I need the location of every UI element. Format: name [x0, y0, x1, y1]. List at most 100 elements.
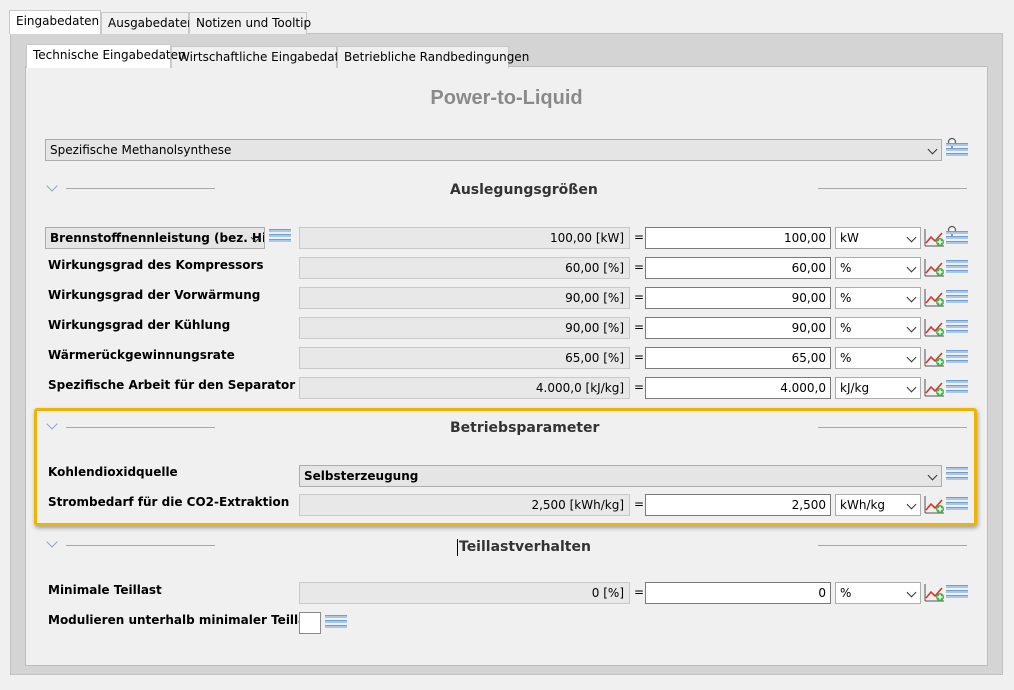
readonly-value: 90,00 [%]: [299, 317, 630, 339]
tab-eingabedaten[interactable]: Eingabedaten: [9, 10, 101, 34]
unit-select[interactable]: %: [835, 317, 921, 339]
readonly-value: 65,00 [%]: [299, 347, 630, 369]
list-icon[interactable]: [946, 231, 968, 247]
tab-ausgabedaten[interactable]: Ausgabedaten: [101, 12, 195, 34]
unit-select-value: %: [840, 586, 852, 600]
row-label: Wärmerückgewinnungsrate: [48, 348, 235, 362]
list-icon[interactable]: [269, 229, 291, 245]
chevron-down-icon: [927, 470, 938, 481]
unit-select-value: %: [840, 321, 852, 335]
chart-add-icon[interactable]: [924, 348, 946, 368]
divider: [66, 188, 215, 189]
row-label: Wirkungsgrad des Kompressors: [48, 258, 264, 272]
tab-notizen[interactable]: Notizen und Tooltip: [189, 12, 311, 34]
chevron-down-icon: [906, 499, 917, 510]
co2-source-value: Selbsterzeugung: [304, 469, 419, 483]
divider: [66, 545, 215, 546]
chart-add-icon[interactable]: [924, 288, 946, 308]
unit-select-value: %: [840, 291, 852, 305]
unit-select-value: %: [840, 351, 852, 365]
equals-sign: =: [634, 350, 645, 364]
value-input[interactable]: 60,00: [645, 257, 831, 279]
divider: [66, 427, 215, 428]
unit-select-value: kJ/kg: [840, 381, 870, 395]
list-icon[interactable]: [946, 585, 968, 601]
technology-select[interactable]: Spezifische Methanolsynthese: [45, 139, 942, 161]
section-title-betriebsparameter: Betriebsparameter: [450, 420, 600, 436]
chevron-down-icon: [906, 232, 917, 243]
list-icon[interactable]: [946, 350, 968, 366]
modulate-label: Modulieren unterhalb minimaler Teillast: [48, 613, 320, 627]
min-partload-label: Minimale Teillast: [48, 583, 162, 597]
list-icon[interactable]: [946, 467, 968, 483]
value-input[interactable]: 90,00: [645, 287, 831, 309]
chart-add-icon[interactable]: [924, 583, 946, 603]
row-label: Wirkungsgrad der Vorwärmung: [48, 288, 261, 302]
text-caret: [457, 539, 458, 556]
equals-sign: =: [634, 260, 645, 274]
chart-add-icon[interactable]: [924, 228, 946, 248]
list-icon[interactable]: [325, 615, 347, 631]
unit-select[interactable]: %: [835, 582, 921, 604]
unit-select-value: %: [840, 261, 852, 275]
list-icon[interactable]: [946, 320, 968, 336]
divider: [818, 545, 967, 546]
row-label: Wirkungsgrad der Kühlung: [48, 318, 231, 332]
chart-add-icon[interactable]: [924, 378, 946, 398]
unit-select[interactable]: %: [835, 257, 921, 279]
modulate-checkbox[interactable]: [299, 612, 321, 634]
chart-add-icon[interactable]: [924, 258, 946, 278]
tab-betriebliche-randbedingungen[interactable]: Betriebliche Randbedingungen: [337, 46, 529, 68]
chevron-down-icon: [906, 587, 917, 598]
unit-select[interactable]: kJ/kg: [835, 377, 921, 399]
chevron-down-icon: [906, 292, 917, 303]
divider: [818, 427, 967, 428]
readonly-value: 4.000,0 [kJ/kg]: [299, 377, 630, 399]
list-icon[interactable]: [946, 143, 968, 159]
unit-select[interactable]: kWh/kg: [835, 494, 921, 516]
chevron-down-icon: [927, 144, 938, 155]
chevron-down-icon: [906, 262, 917, 273]
chevron-down-icon: [906, 352, 917, 363]
unit-select[interactable]: %: [835, 287, 921, 309]
value-input[interactable]: 4.000,0: [645, 377, 831, 399]
brennstoff-basis-value: Brennstoffnennleistung (bez. Hi/Hu): [50, 231, 264, 245]
readonly-value: 60,00 [%]: [299, 257, 630, 279]
section-title-auslegung: Auslegungsgrößen: [450, 182, 598, 198]
readonly-value: 0 [%]: [299, 582, 630, 604]
readonly-value: 100,00 [kW]: [299, 227, 630, 249]
brennstoff-basis-select[interactable]: Brennstoffnennleistung (bez. Hi/Hu): [45, 227, 265, 249]
readonly-value: 90,00 [%]: [299, 287, 630, 309]
value-input[interactable]: 100,00: [645, 227, 831, 249]
readonly-value: 2,500 [kWh/kg]: [299, 494, 630, 516]
row-label: Spezifische Arbeit für den Separator: [48, 378, 296, 392]
tab-technische-eingabedaten[interactable]: Technische Eingabedaten: [26, 44, 186, 68]
co2-source-select[interactable]: Selbsterzeugung: [299, 465, 942, 487]
chevron-down-icon: [906, 322, 917, 333]
technology-select-value: Spezifische Methanolsynthese: [50, 143, 232, 157]
unit-select[interactable]: kW: [835, 227, 921, 249]
unit-select-value: kWh/kg: [840, 498, 886, 512]
list-icon[interactable]: [946, 380, 968, 396]
list-icon[interactable]: [946, 260, 968, 276]
unit-select-value: kW: [840, 231, 859, 245]
value-input[interactable]: 65,00: [645, 347, 831, 369]
min-partload-input[interactable]: 0: [645, 582, 831, 604]
power-demand-input[interactable]: 2,500: [645, 494, 831, 516]
equals-sign: =: [634, 380, 645, 394]
equals-sign: =: [634, 290, 645, 304]
equals-sign: =: [634, 497, 645, 511]
equals-sign: =: [634, 230, 645, 244]
list-icon[interactable]: [946, 290, 968, 306]
tab-wirtschaftliche-eingabedaten[interactable]: Wirtschaftliche Eingabedaten: [171, 46, 354, 68]
page-title: Power-to-Liquid: [430, 87, 583, 109]
value-input[interactable]: 90,00: [645, 317, 831, 339]
unit-select[interactable]: %: [835, 347, 921, 369]
power-demand-label: Strombedarf für die CO2-Extraktion: [48, 495, 290, 509]
chart-add-icon[interactable]: [924, 318, 946, 338]
divider: [818, 188, 967, 189]
equals-sign: =: [634, 585, 645, 599]
co2-source-label: Kohlendioxidquelle: [48, 465, 178, 479]
chart-add-icon[interactable]: [924, 495, 946, 515]
list-icon[interactable]: [946, 497, 968, 513]
